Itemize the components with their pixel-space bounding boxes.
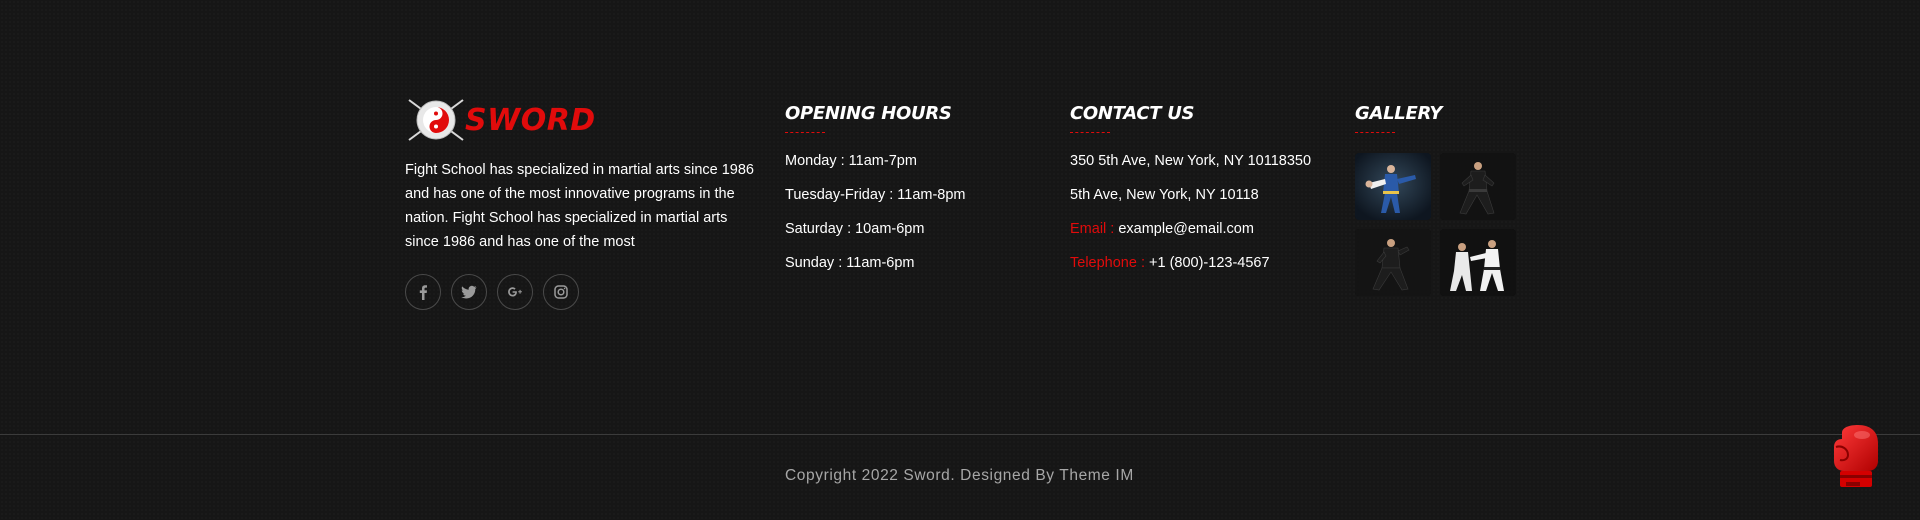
contact-column: CONTACT US 350 5th Ave, New York, NY 101… xyxy=(1070,96,1340,287)
address-line-2: 5th Ave, New York, NY 10118 xyxy=(1070,187,1259,203)
copyright-text: Copyright 2022 Sword. Designed By Theme … xyxy=(785,467,1134,484)
martial-artist-fighting-photo xyxy=(1355,229,1431,296)
contact-list: 350 5th Ave, New York, NY 10118350 5th A… xyxy=(1070,151,1340,287)
opening-hours-column: OPENING HOURS Monday : 11am-7pm Tuesday-… xyxy=(785,96,1035,287)
boxing-glove-back-to-top-icon[interactable] xyxy=(1832,425,1880,491)
instagram-link[interactable] xyxy=(543,274,579,310)
footer-widgets: SWORD Fight School has specialized in ma… xyxy=(0,0,1920,434)
title-divider xyxy=(1355,132,1395,133)
google-plus-link[interactable] xyxy=(497,274,533,310)
opening-hours-list: Monday : 11am-7pm Tuesday-Friday : 11am-… xyxy=(785,151,1035,287)
gallery-thumb-martial-artist-fighting[interactable] xyxy=(1355,229,1431,296)
facebook-icon xyxy=(419,285,427,300)
twitter-link[interactable] xyxy=(451,274,487,310)
instagram-icon xyxy=(554,285,568,299)
email-row: Email : example@email.com xyxy=(1070,219,1340,253)
martial-artist-stance-photo xyxy=(1440,153,1516,220)
title-divider xyxy=(1070,132,1110,133)
twitter-icon xyxy=(461,285,477,299)
address-line-1: 350 5th Ave, New York, NY 10118350 xyxy=(1070,153,1312,169)
hours-item: Tuesday-Friday : 11am-8pm xyxy=(785,187,966,203)
hours-item: Monday : 11am-7pm xyxy=(785,153,917,169)
yin-yang-swords-icon xyxy=(408,99,464,141)
contact-title: CONTACT US xyxy=(1070,103,1195,124)
hours-item: Sunday : 11am-6pm xyxy=(785,255,915,271)
opening-hours-title: OPENING HOURS xyxy=(785,103,952,124)
about-text: Fight School has specialized in martial … xyxy=(405,162,754,250)
karate-kick-photo xyxy=(1355,153,1431,220)
brand-name: SWORD xyxy=(465,102,596,138)
telephone-row: Telephone : +1 (800)-123-4567 xyxy=(1070,253,1340,287)
google-plus-icon xyxy=(508,287,522,297)
telephone-label: Telephone : xyxy=(1070,255,1150,271)
facebook-link[interactable] xyxy=(405,274,441,310)
gallery-grid xyxy=(1355,153,1555,296)
telephone-link[interactable]: +1 (800)-123-4567 xyxy=(1149,255,1270,271)
title-divider xyxy=(785,132,825,133)
logo[interactable]: SWORD xyxy=(405,96,765,144)
hours-item: Saturday : 10am-6pm xyxy=(785,221,925,237)
gallery-thumb-martial-artist-stance[interactable] xyxy=(1440,153,1516,220)
footer-divider xyxy=(0,434,1920,435)
email-label: Email : xyxy=(1070,221,1119,237)
gallery-thumb-karate-kick[interactable] xyxy=(1355,153,1431,220)
social-links xyxy=(405,274,765,310)
email-link[interactable]: example@email.com xyxy=(1118,221,1254,237)
gallery-title: GALLERY xyxy=(1355,103,1443,124)
gallery-thumb-karate-sparring[interactable] xyxy=(1440,229,1516,296)
about-column: SWORD Fight School has specialized in ma… xyxy=(405,96,765,310)
gallery-column: GALLERY xyxy=(1355,96,1555,296)
karate-sparring-photo xyxy=(1440,229,1516,296)
